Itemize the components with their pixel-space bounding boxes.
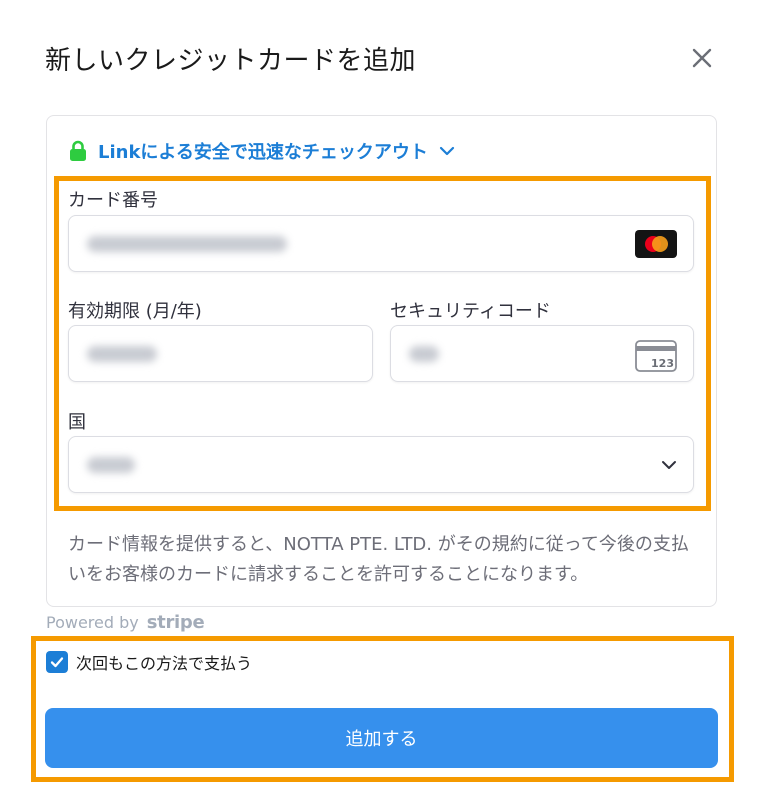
powered-by-label: Powered by: [46, 613, 139, 632]
powered-by-stripe: Powered by stripe: [46, 612, 205, 633]
chevron-down-icon: [439, 146, 454, 156]
card-fields-highlight: [54, 176, 711, 511]
close-button[interactable]: [688, 44, 716, 72]
submit-area-highlight: [31, 636, 734, 782]
close-icon: [692, 48, 712, 68]
lock-icon: [70, 140, 86, 161]
link-checkout-toggle[interactable]: Linkによる安全で迅速なチェックアウト: [68, 137, 456, 165]
link-checkout-label: Linkによる安全で迅速なチェックアウト: [98, 142, 428, 163]
stripe-logo: stripe: [146, 612, 205, 633]
dialog-title: 新しいクレジットカードを追加: [45, 46, 417, 76]
authorization-disclaimer: カード情報を提供すると、NOTTA PTE. LTD. がその規約に従って今後の…: [68, 534, 689, 585]
